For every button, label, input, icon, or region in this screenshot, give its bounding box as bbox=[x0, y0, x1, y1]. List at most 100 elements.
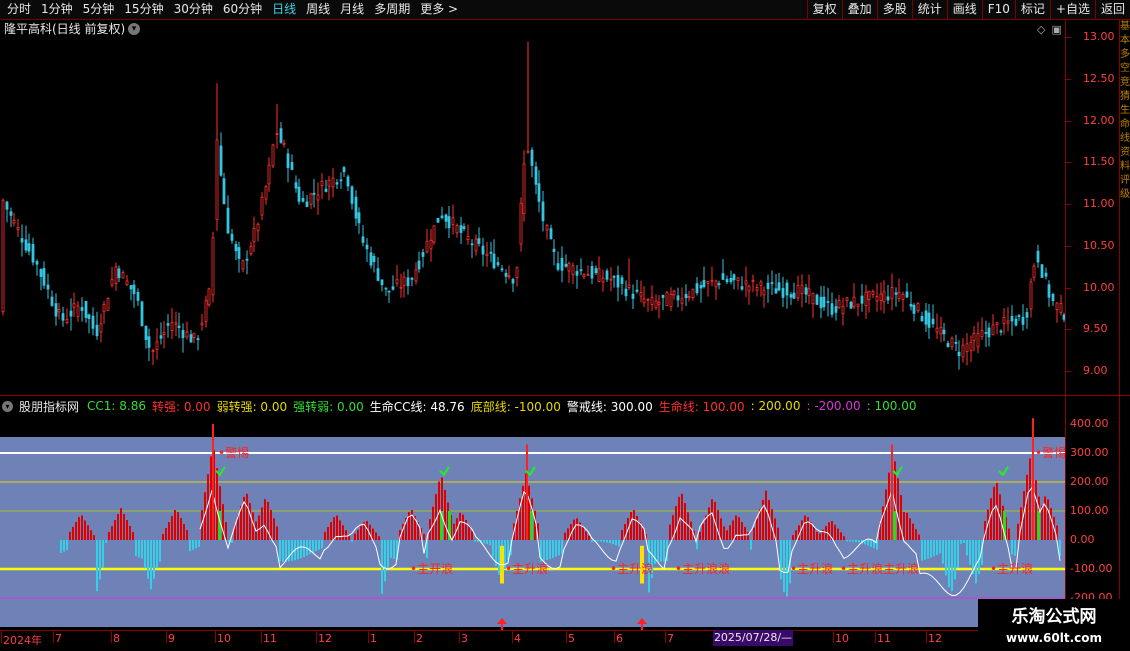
histogram-bar bbox=[852, 540, 854, 542]
tool-button-0[interactable]: 复权 bbox=[806, 0, 842, 19]
candle-body bbox=[410, 277, 414, 280]
candle-body bbox=[331, 177, 335, 188]
period-tab-10[interactable]: 更多 > bbox=[415, 0, 463, 19]
candle-body bbox=[132, 284, 136, 295]
candle-body bbox=[830, 303, 834, 315]
period-tab-2[interactable]: 5分钟 bbox=[78, 0, 120, 19]
histogram-bar bbox=[948, 540, 950, 588]
candle-body bbox=[841, 305, 845, 314]
candle-body bbox=[755, 286, 759, 291]
warn-label: •警惕 bbox=[1035, 445, 1065, 460]
histogram-bar bbox=[84, 520, 86, 540]
histogram-bar bbox=[741, 522, 743, 540]
candle-body bbox=[204, 300, 208, 322]
tool-button-4[interactable]: 画线 bbox=[946, 0, 982, 19]
tool-button-7[interactable]: +自选 bbox=[1049, 0, 1095, 19]
candle-body bbox=[1044, 272, 1048, 277]
candle-body bbox=[890, 287, 894, 300]
histogram-bar bbox=[183, 524, 185, 540]
period-tab-7[interactable]: 周线 bbox=[301, 0, 335, 19]
period-tab-5[interactable]: 60分钟 bbox=[218, 0, 267, 19]
indicator-chart[interactable]: •警惕 •警惕 •主开浪 •主升浪 •主升浪 •主升浪浪 •主升浪 •主升浪主升浪 •主升浪 bbox=[0, 415, 1065, 630]
candle-body bbox=[954, 341, 958, 344]
histogram-bar bbox=[930, 540, 932, 558]
candle-body bbox=[279, 128, 283, 143]
side-tab-strip[interactable]: 基本多空竞猜生命线资料评级 bbox=[1120, 20, 1130, 440]
histogram-bar bbox=[618, 540, 620, 547]
candle-body bbox=[815, 294, 819, 305]
tool-button-8[interactable]: 返回 bbox=[1094, 0, 1130, 19]
price-tick: 10.50 bbox=[1083, 239, 1115, 252]
histogram-bar bbox=[723, 526, 725, 540]
histogram-bar bbox=[459, 512, 461, 540]
period-tab-8[interactable]: 月线 bbox=[335, 0, 369, 19]
histogram-bar bbox=[888, 472, 890, 540]
tool-button-6[interactable]: 标记 bbox=[1014, 0, 1050, 19]
histogram-bar bbox=[1029, 458, 1031, 540]
histogram-bar bbox=[546, 540, 548, 560]
candle-body bbox=[219, 145, 223, 176]
candle-body bbox=[447, 216, 451, 229]
histogram-bar bbox=[180, 518, 182, 540]
date-tick: 7 bbox=[667, 632, 674, 645]
period-tab-3[interactable]: 15分钟 bbox=[119, 0, 168, 19]
date-tick: 10 bbox=[835, 632, 849, 645]
tick-mark bbox=[1066, 121, 1071, 122]
histogram-bar bbox=[783, 540, 785, 593]
tool-button-3[interactable]: 统计 bbox=[911, 0, 947, 19]
histogram-bar bbox=[108, 532, 110, 540]
price-chart[interactable] bbox=[0, 36, 1065, 394]
candle-body bbox=[639, 292, 643, 297]
histogram-bar bbox=[474, 540, 476, 542]
candle-body bbox=[346, 176, 350, 187]
candle-body bbox=[417, 260, 421, 270]
histogram-bar bbox=[168, 522, 170, 540]
candle-body bbox=[635, 289, 639, 292]
histogram-bar bbox=[585, 531, 587, 540]
candle-body bbox=[774, 288, 778, 294]
candle-body bbox=[425, 241, 429, 253]
histogram-bar bbox=[102, 540, 104, 568]
price-tick: 9.50 bbox=[1083, 322, 1108, 335]
window-toggle-icon[interactable]: ▣ bbox=[1051, 23, 1061, 36]
price-tick: 10.00 bbox=[1083, 281, 1115, 294]
tool-button-1[interactable]: 叠加 bbox=[841, 0, 877, 19]
period-tab-6[interactable]: 日线 bbox=[267, 0, 301, 19]
candle-body bbox=[567, 263, 571, 272]
candle-body bbox=[459, 225, 463, 233]
main-wave-label: •主升浪 bbox=[610, 561, 653, 576]
chart-option-icons[interactable]: ◇ ▣ bbox=[1037, 23, 1068, 36]
candle-body bbox=[980, 330, 984, 337]
tick-mark bbox=[1066, 37, 1071, 38]
candle-body bbox=[582, 274, 586, 277]
histogram-bar bbox=[849, 540, 851, 542]
candle-body bbox=[939, 326, 943, 335]
histogram-bar bbox=[93, 535, 95, 540]
period-tab-4[interactable]: 30分钟 bbox=[169, 0, 218, 19]
histogram-bar bbox=[960, 540, 962, 544]
histogram-bar bbox=[792, 535, 794, 540]
main-wave-label: •主开浪 bbox=[410, 561, 453, 576]
date-tick-mark bbox=[833, 631, 834, 643]
candle-body bbox=[770, 282, 774, 284]
histogram-bar bbox=[1047, 499, 1049, 540]
period-tab-1[interactable]: 1分钟 bbox=[36, 0, 78, 19]
histogram-bar bbox=[807, 517, 809, 540]
histogram-bar bbox=[66, 540, 68, 550]
tool-button-2[interactable]: 多股 bbox=[876, 0, 912, 19]
candle-body bbox=[241, 260, 245, 270]
candle-body bbox=[387, 290, 391, 293]
chevron-down-icon[interactable]: ▾ bbox=[128, 23, 140, 35]
tool-button-5[interactable]: F10 bbox=[981, 0, 1015, 19]
main-wave-label: •主升浪 bbox=[990, 561, 1033, 576]
candle-body bbox=[657, 301, 661, 305]
period-tab-9[interactable]: 多周期 bbox=[369, 0, 415, 19]
chevron-down-icon[interactable]: ▾ bbox=[2, 400, 13, 412]
period-tab-0[interactable]: 分时 bbox=[2, 0, 36, 19]
histogram-bar bbox=[147, 540, 149, 579]
tool-buttons: 复权 叠加 多股 统计 画线 F10 标记 +自选 返回 bbox=[806, 0, 1130, 19]
date-tick-mark bbox=[1, 631, 2, 643]
signal-bar bbox=[530, 511, 533, 540]
histogram-bar bbox=[297, 540, 299, 560]
diamond-icon[interactable]: ◇ bbox=[1037, 23, 1045, 36]
